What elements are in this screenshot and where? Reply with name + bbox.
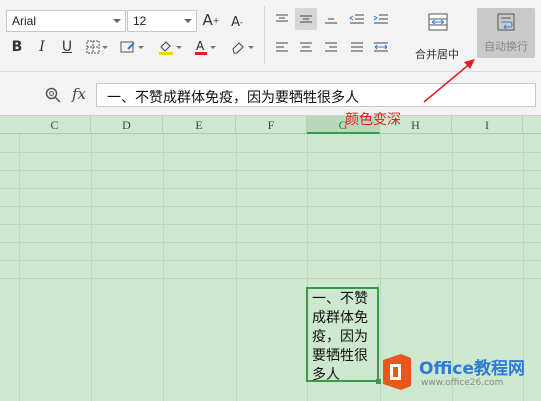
column-header-i[interactable]: I xyxy=(452,116,523,134)
distributed-align-icon[interactable] xyxy=(372,38,390,56)
font-color-icon[interactable]: A xyxy=(192,38,218,56)
font-name-combo[interactable]: Arial xyxy=(6,10,126,32)
font-size-value: 12 xyxy=(133,14,147,28)
column-header-c[interactable]: C xyxy=(19,116,91,134)
svg-text:A: A xyxy=(196,39,205,53)
fill-color-icon[interactable] xyxy=(156,38,184,56)
align-bottom-icon[interactable] xyxy=(322,10,340,28)
wrap-text-label: 自动换行 xyxy=(484,40,528,53)
increase-font-icon[interactable]: A + xyxy=(202,10,220,30)
wrap-text-icon xyxy=(496,12,516,35)
align-right-icon[interactable] xyxy=(322,38,340,56)
formula-content: 一、不赞成群体免疫，因为要牺牲很多人 xyxy=(107,90,359,106)
decrease-font-icon[interactable]: A- xyxy=(228,12,246,32)
chevron-down-icon xyxy=(184,19,192,23)
selected-cell-text: 一、不赞成群体免疫，因为要牺牲很多人 xyxy=(312,291,368,383)
spreadsheet-window: Arial 12 A + A- B I U A 合并居中 自动换行 fx 一、不… xyxy=(0,0,541,401)
align-top-icon[interactable] xyxy=(273,10,291,28)
watermark-logo: Office教程网 www.office26.com xyxy=(375,350,539,398)
wrap-text-button[interactable]: 自动换行 xyxy=(477,8,535,58)
bold-icon[interactable]: B xyxy=(8,38,26,56)
column-header-f[interactable]: F xyxy=(236,116,307,134)
column-header-e[interactable]: E xyxy=(163,116,236,134)
annotation-arrow-icon xyxy=(423,59,475,103)
column-header-d[interactable]: D xyxy=(91,116,163,134)
annotation-text: 颜色变深 xyxy=(345,112,401,128)
decrease-indent-icon[interactable] xyxy=(348,10,366,28)
underline-icon[interactable]: U xyxy=(58,38,76,56)
column-header-row: C D E F G H I xyxy=(0,116,541,134)
align-left-icon[interactable] xyxy=(273,38,291,56)
cell-style-icon[interactable] xyxy=(118,38,146,56)
selected-cell-g[interactable]: 一、不赞成群体免疫，因为要牺牲很多人 xyxy=(306,287,379,383)
merge-center-icon xyxy=(428,12,448,35)
increase-indent-icon[interactable] xyxy=(372,10,390,28)
align-middle-icon[interactable] xyxy=(295,8,317,30)
clear-format-icon[interactable] xyxy=(228,38,256,56)
italic-icon[interactable]: I xyxy=(33,38,51,56)
zoom-search-icon[interactable] xyxy=(44,86,62,104)
border-icon[interactable] xyxy=(84,38,110,56)
align-center-icon[interactable] xyxy=(297,38,315,56)
watermark-brand: Office教程网 xyxy=(419,359,526,379)
separator xyxy=(264,6,265,64)
fx-icon[interactable]: fx xyxy=(68,84,90,104)
font-size-combo[interactable]: 12 xyxy=(127,10,197,32)
office-logo-icon xyxy=(379,352,415,392)
justify-icon[interactable] xyxy=(348,38,366,56)
chevron-down-icon xyxy=(113,19,121,23)
font-name-value: Arial xyxy=(12,14,37,28)
watermark-url: www.office26.com xyxy=(421,378,504,388)
